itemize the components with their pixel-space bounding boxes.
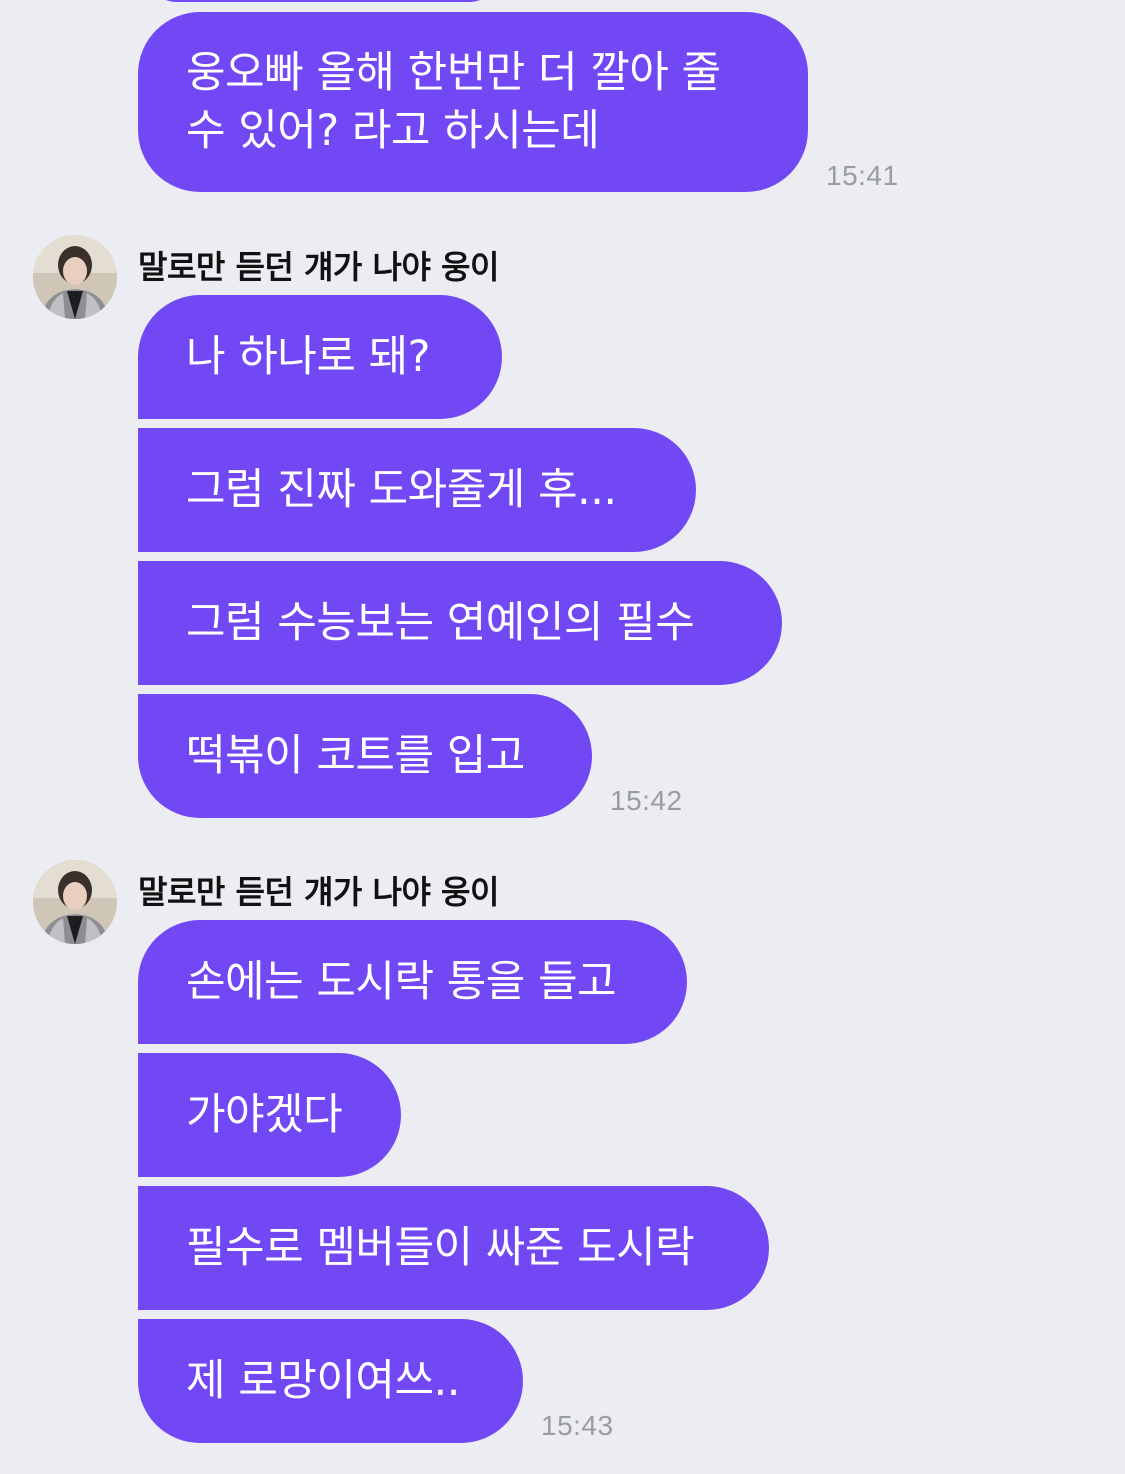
avatar-photo-icon	[33, 235, 117, 319]
avatar-photo-icon	[33, 860, 117, 944]
sender-avatar[interactable]	[33, 860, 117, 944]
message-text: 제 로망이여쓰..	[186, 1356, 460, 1406]
message-bubble[interactable]: 그럼 진짜 도와줄게 후...	[138, 428, 696, 552]
message-text: 떡볶이 코트를 입고	[186, 731, 525, 781]
sender-name: 말로만 듣던 걔가 나야 웅이	[138, 873, 499, 911]
message-bubble[interactable]: 떡볶이 코트를 입고	[138, 694, 592, 818]
message-bubble[interactable]: 나 하나로 돼?	[138, 295, 502, 419]
message-bubble[interactable]: 웅오빠 올해 한번만 더 깔아 줄 수 있어? 라고 하시는데	[138, 12, 808, 192]
message-timestamp: 15:42	[610, 785, 683, 816]
message-text: 가야겠다	[186, 1090, 343, 1140]
message-bubble[interactable]: 손에는 도시락 통을 들고	[138, 920, 687, 1044]
message-bubble[interactable]: 제 로망이여쓰..	[138, 1319, 523, 1443]
message-text: 그럼 수능보는 연예인의 필수	[186, 598, 695, 648]
message-bubble[interactable]: 가야겠다	[138, 1053, 401, 1177]
message-text: 필수로 멤버들이 싸준 도시락	[186, 1223, 695, 1273]
sender-name: 말로만 듣던 걔가 나야 웅이	[138, 248, 499, 286]
message-timestamp: 15:43	[541, 1410, 614, 1441]
message-text: 나 하나로 돼?	[186, 332, 430, 382]
previous-message-bubble[interactable]	[138, 0, 508, 2]
message-timestamp: 15:41	[826, 160, 899, 191]
message-bubble[interactable]: 그럼 수능보는 연예인의 필수	[138, 561, 782, 685]
message-bubble[interactable]: 필수로 멤버들이 싸준 도시락	[138, 1186, 769, 1310]
chat-scroll-area[interactable]: 웅오빠 올해 한번만 더 깔아 줄 수 있어? 라고 하시는데 15:41 말로…	[0, 0, 1125, 1474]
message-text: 웅오빠 올해 한번만 더 깔아 줄 수 있어? 라고 하시는데	[186, 48, 721, 156]
sender-avatar[interactable]	[33, 235, 117, 319]
message-text: 손에는 도시락 통을 들고	[186, 957, 617, 1007]
message-text: 그럼 진짜 도와줄게 후...	[186, 465, 617, 515]
